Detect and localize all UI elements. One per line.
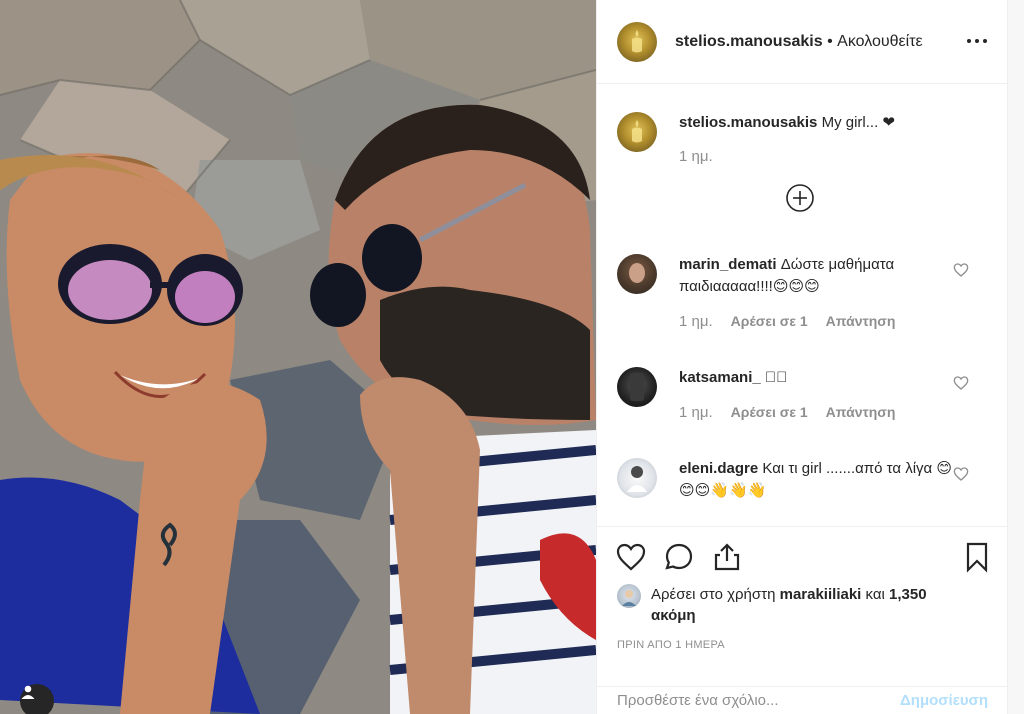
comment-likes[interactable]: Αρέσει σε 1 — [731, 310, 808, 332]
caption-meta: 1 ημ. — [679, 146, 954, 168]
caption-author-avatar[interactable] — [617, 112, 657, 152]
header-separator: • — [827, 32, 833, 50]
liker-username[interactable]: marakiiliaki — [780, 586, 862, 603]
likes-summary: Αρέσει στο χρήστη marakiiliaki και 1,350… — [617, 584, 951, 626]
photo-illustration — [0, 0, 596, 714]
comment-body: marin_demati Δώστε μαθήματα παιδιααααα!!… — [679, 254, 954, 333]
comment-item: marin_demati Δώστε μαθήματα παιδιααααα!!… — [617, 254, 997, 333]
user-tag-icon[interactable] — [20, 684, 54, 714]
comment-username[interactable]: marin_demati — [679, 256, 777, 273]
comment-text: 􀀀􀀀 — [764, 369, 788, 386]
commenter-avatar[interactable] — [617, 254, 657, 294]
comment-input[interactable]: Προσθέστε ένα σχόλιο... — [617, 692, 900, 709]
caption-username[interactable]: stelios.manousakis — [679, 114, 817, 131]
post-timestamp[interactable]: ΠΡΙΝ ΑΠΟ 1 ΗΜΕΡΑ — [617, 639, 725, 651]
comment-username[interactable]: katsamani_ — [679, 369, 761, 386]
reply-button[interactable]: Απάντηση — [826, 310, 896, 332]
comment-item: katsamani_ 􀀀􀀀 1 ημ. Αρέσει σε 1 Απάντηση — [617, 367, 997, 424]
comment-likes[interactable]: Αρέσει σε 1 — [731, 401, 808, 423]
share-icon[interactable] — [711, 541, 743, 573]
post-photo[interactable] — [0, 0, 596, 714]
following-label[interactable]: Ακολουθείτε — [837, 33, 923, 50]
comment-meta: 1 ημ. Αρέσει σε 1 Απάντηση — [679, 401, 954, 424]
header-text: stelios.manousakis • Ακολουθείτε — [675, 33, 923, 51]
likes-text: Αρέσει στο χρήστη marakiiliaki και 1,350… — [651, 584, 951, 626]
caption-item: stelios.manousakis My girl... ❤ 1 ημ. — [617, 112, 997, 168]
caption-text: My girl... ❤ — [821, 114, 895, 131]
liker-avatar[interactable] — [617, 584, 641, 608]
caption-time[interactable]: 1 ημ. — [679, 146, 713, 168]
likes-conj: και — [865, 586, 885, 603]
author-avatar[interactable] — [617, 21, 657, 62]
comments-list: stelios.manousakis My girl... ❤ 1 ημ. ma… — [597, 85, 1008, 525]
comment-icon[interactable] — [663, 541, 695, 573]
more-options-icon[interactable] — [964, 31, 990, 51]
post-comment-button[interactable]: Δημοσίευση — [900, 692, 988, 709]
reply-button[interactable]: Απάντηση — [826, 401, 896, 423]
comment-meta: 1 ημ. Αρέσει σε 1 Απάντηση — [679, 310, 954, 333]
author-username[interactable]: stelios.manousakis — [675, 33, 823, 50]
comment-body: katsamani_ 􀀀􀀀 1 ημ. Αρέσει σε 1 Απάντηση — [679, 367, 954, 424]
load-more-comments-icon[interactable] — [785, 183, 815, 213]
post-sidebar: stelios.manousakis • Ακολουθείτε stelios… — [596, 0, 1008, 714]
comment-heart-icon[interactable] — [953, 262, 969, 278]
post-header: stelios.manousakis • Ακολουθείτε — [597, 0, 1008, 84]
likes-prefix: Αρέσει στο χρήστη — [651, 586, 776, 603]
comment-time[interactable]: 1 ημ. — [679, 402, 713, 424]
heart-icon[interactable] — [615, 541, 647, 573]
post-actions: Αρέσει στο χρήστη marakiiliaki και 1,350… — [597, 526, 1008, 688]
comment-heart-icon[interactable] — [953, 466, 969, 482]
commenter-avatar[interactable] — [617, 367, 657, 407]
comment-body: eleni.dagre Και τι girl .......από τα λί… — [679, 458, 954, 502]
comment-username[interactable]: eleni.dagre — [679, 460, 758, 477]
caption-body: stelios.manousakis My girl... ❤ 1 ημ. — [679, 112, 954, 168]
page-scrollbar[interactable] — [1008, 0, 1024, 714]
comment-item: eleni.dagre Και τι girl .......από τα λί… — [617, 458, 997, 502]
commenter-avatar[interactable] — [617, 458, 657, 498]
comment-time[interactable]: 1 ημ. — [679, 311, 713, 333]
bookmark-icon[interactable] — [961, 541, 993, 573]
comment-heart-icon[interactable] — [953, 375, 969, 391]
add-comment-bar: Προσθέστε ένα σχόλιο... Δημοσίευση — [597, 686, 1008, 714]
